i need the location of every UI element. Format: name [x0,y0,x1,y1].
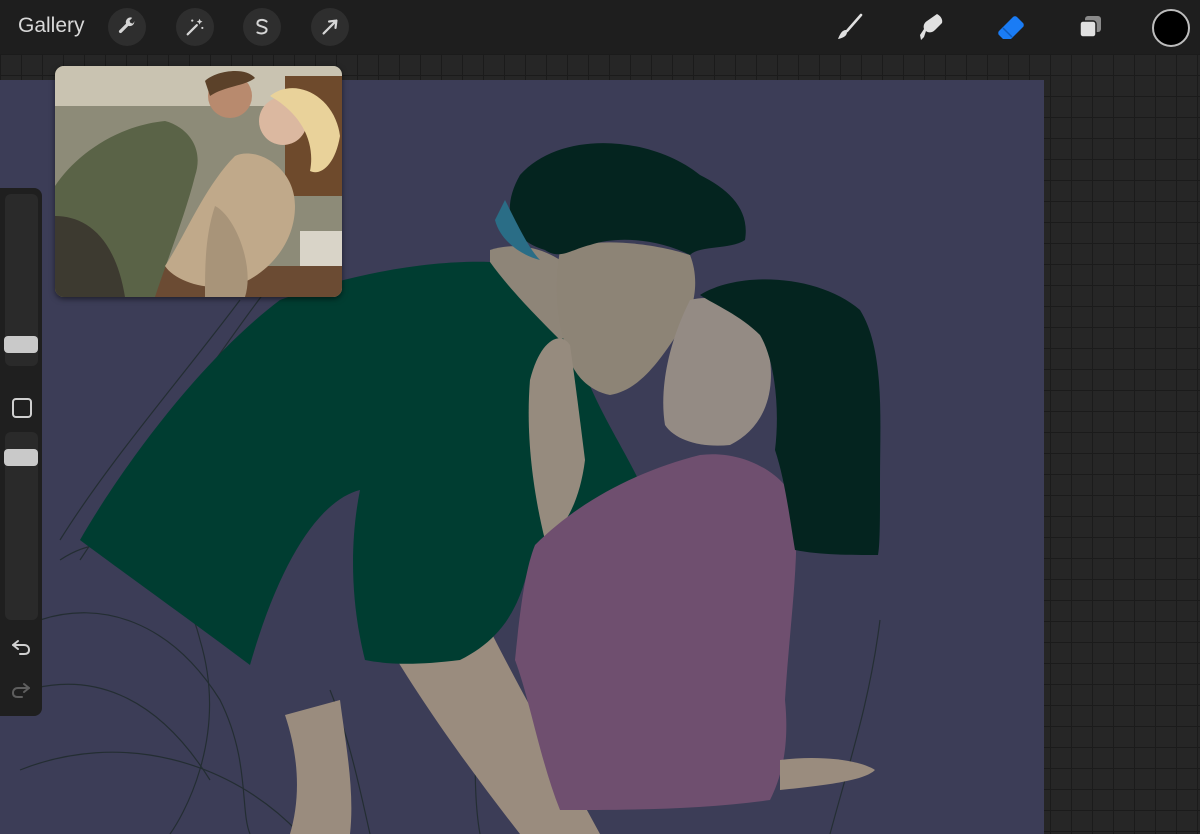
selection-s-icon [256,18,268,35]
side-bar [0,188,42,716]
modify-square-icon[interactable] [12,398,32,418]
woman-arm-floor [780,758,875,790]
smudge-button[interactable] [911,7,951,47]
eraser-icon [998,16,1024,39]
wrench-icon [118,17,136,34]
brush-size-thumb[interactable] [4,336,38,353]
selection-button[interactable] [243,8,281,46]
transform-button[interactable] [311,8,349,46]
opacity-thumb[interactable] [4,449,38,466]
gallery-button[interactable]: Gallery [18,14,85,38]
layers-button[interactable] [1071,7,1111,47]
arrow-cursor-icon [322,19,338,35]
undo-icon[interactable] [9,635,33,659]
photo-reference-image [55,66,342,297]
color-picker-button[interactable] [1152,9,1190,47]
redo-icon[interactable] [9,678,33,702]
actions-button[interactable] [108,8,146,46]
adjustments-button[interactable] [176,8,214,46]
brush-button[interactable] [830,7,870,47]
man-hair [509,143,746,255]
man-hand-lower [285,700,352,834]
brush-icon [838,13,863,39]
layers-icon [1079,16,1101,38]
top-toolbar: Gallery [0,0,1200,54]
reference-window[interactable] [55,66,342,297]
eraser-button[interactable] [991,7,1031,47]
magic-wand-icon [186,18,204,36]
smudge-icon [920,14,943,40]
